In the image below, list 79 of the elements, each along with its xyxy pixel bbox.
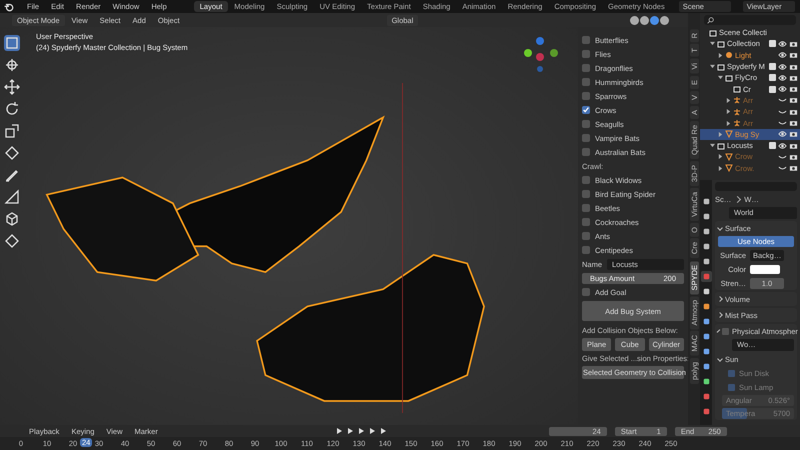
checkbox[interactable] <box>582 204 590 212</box>
checkbox[interactable] <box>582 232 590 240</box>
expand-right-icon[interactable] <box>726 98 731 103</box>
camera-icon[interactable] <box>789 40 798 48</box>
checkbox[interactable] <box>582 64 590 72</box>
checkbox[interactable] <box>728 370 735 376</box>
exclude-checkbox[interactable] <box>769 74 776 82</box>
camera-icon[interactable] <box>789 96 798 104</box>
checkbox[interactable] <box>582 134 590 142</box>
checkbox[interactable] <box>582 190 590 198</box>
checkbox[interactable] <box>582 148 590 156</box>
transform-tool-icon[interactable] <box>4 145 20 161</box>
checkmark-icon <box>582 106 590 114</box>
eye-icon[interactable] <box>778 51 787 60</box>
exclude-checkbox[interactable] <box>769 86 776 93</box>
camera-icon[interactable] <box>789 152 798 161</box>
scale-tool-icon[interactable] <box>4 123 20 139</box>
camera-icon[interactable] <box>789 108 798 116</box>
camera-icon[interactable] <box>789 85 798 94</box>
armature-icon <box>733 119 741 128</box>
expand-right-icon[interactable] <box>718 154 723 160</box>
light-icon <box>725 51 733 60</box>
checkbox[interactable] <box>582 120 590 128</box>
exclude-checkbox[interactable] <box>769 63 776 70</box>
expand-right-icon[interactable] <box>726 109 731 114</box>
move-tool-icon[interactable] <box>4 79 20 95</box>
expand-down-icon[interactable] <box>710 41 715 46</box>
search-icon <box>707 16 714 24</box>
eye-icon[interactable] <box>778 40 787 48</box>
expand-down-icon[interactable] <box>710 64 715 70</box>
cursor-tool-icon[interactable] <box>4 57 20 73</box>
search-field[interactable] <box>704 15 796 25</box>
exclude-checkbox[interactable] <box>769 142 776 150</box>
checkbox[interactable] <box>582 36 590 44</box>
eye-icon[interactable] <box>778 85 787 94</box>
checkbox[interactable] <box>582 218 590 226</box>
checkbox[interactable] <box>582 246 590 254</box>
expand-down-icon[interactable] <box>718 75 723 80</box>
shading-mode-button[interactable] <box>630 16 640 24</box>
expand-right-icon[interactable] <box>718 52 723 58</box>
checkbox[interactable] <box>582 106 590 114</box>
shading-mode-button[interactable] <box>660 16 670 24</box>
collection-icon <box>717 142 725 150</box>
checkbox[interactable] <box>582 176 590 184</box>
eye-icon[interactable] <box>778 62 787 71</box>
shading-mode-button[interactable] <box>650 16 660 24</box>
checkbox[interactable] <box>728 384 735 390</box>
shading-mode-button[interactable] <box>640 16 650 24</box>
camera-icon[interactable] <box>789 62 798 71</box>
transform-tool-icon[interactable] <box>4 233 20 249</box>
expand-right-icon[interactable] <box>726 120 731 126</box>
closed-eye-icon[interactable] <box>778 96 787 104</box>
armature-icon <box>733 108 741 116</box>
measure-tool-icon[interactable] <box>4 189 20 205</box>
camera-icon[interactable] <box>789 130 798 138</box>
closed-eye-icon[interactable] <box>778 119 787 128</box>
camera-icon[interactable] <box>789 119 798 128</box>
checkbox[interactable] <box>582 50 590 58</box>
checkbox[interactable] <box>582 288 590 296</box>
camera-icon[interactable] <box>789 142 798 150</box>
camera-icon[interactable] <box>789 51 798 60</box>
cube-tool-icon[interactable] <box>4 211 20 227</box>
eye-icon[interactable] <box>778 74 787 82</box>
armature-icon <box>733 96 741 104</box>
camera-icon[interactable] <box>789 74 798 82</box>
bug-icon <box>725 130 733 138</box>
camera-icon[interactable] <box>789 164 798 172</box>
expand-right-icon[interactable] <box>718 166 723 171</box>
expand-right-icon[interactable] <box>718 132 723 137</box>
checkbox[interactable] <box>582 92 590 100</box>
closed-eye-icon[interactable] <box>778 164 787 172</box>
color-swatch[interactable] <box>750 264 780 274</box>
checkbox[interactable] <box>582 78 590 86</box>
rotate-tool-icon[interactable] <box>4 101 20 117</box>
select-tool-icon[interactable] <box>4 35 20 51</box>
exclude-checkbox[interactable] <box>769 40 776 48</box>
eye-icon[interactable] <box>778 130 787 138</box>
eye-icon[interactable] <box>778 142 787 150</box>
expand-down-icon[interactable] <box>710 143 715 148</box>
